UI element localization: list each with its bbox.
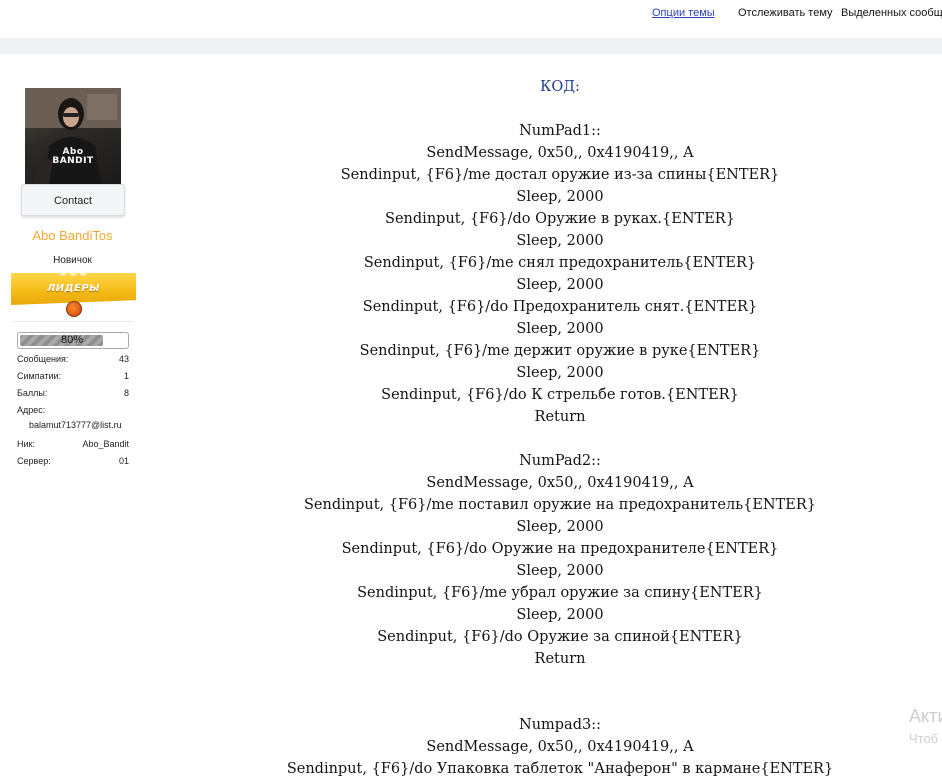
username-link[interactable]: Abo BandiTos <box>0 228 145 243</box>
code-line: Sleep, 2000 <box>516 519 604 535</box>
stat-nick: Ник: Abo_Bandit <box>17 439 129 449</box>
contact-button[interactable]: Contact <box>21 184 125 216</box>
divider <box>13 321 133 322</box>
code-line: SendMessage, 0x50,, 0x4190419,, A <box>426 145 694 161</box>
code-line: Sendinput, {F6}/do Упаковка таблеток "Ан… <box>286 761 834 777</box>
stat-server: Сервер: 01 <box>17 456 129 466</box>
code-line: SendMessage, 0x50,, 0x4190419,, A <box>426 475 694 491</box>
post-header-stripe <box>0 38 942 54</box>
code-line: NumPad1:: <box>519 123 601 139</box>
avatar-brand-text: Abo BANDIT <box>52 147 94 166</box>
code-line: Sleep, 2000 <box>516 189 604 205</box>
code-line: SendMessage, 0x50,, 0x4190419,, A <box>426 739 694 755</box>
code-line: Sendinput, {F6}/do Предохранитель снят.{… <box>362 299 758 315</box>
code-line: Sendinput, {F6}/do Оружие за спиной{ENTE… <box>377 629 743 645</box>
code-line: Sendinput, {F6}/do Оружие в руках.{ENTER… <box>385 211 735 227</box>
thread-options-link[interactable]: Опции темы <box>652 7 715 19</box>
code-line: Sendinput, {F6}/me снял предохранитель{E… <box>363 255 757 271</box>
code-block-numpad2: NumPad2:: SendMessage, 0x50,, 0x4190419,,… <box>145 450 942 670</box>
stat-likes: Симпатии: 1 <box>17 371 129 381</box>
user-stats: Сообщения: 43 Симпатии: 1 Баллы: 8 Адрес… <box>17 354 129 473</box>
code-line: Sleep, 2000 <box>516 321 604 337</box>
code-line: Sleep, 2000 <box>516 277 604 293</box>
code-line: Numpad3:: <box>519 717 601 733</box>
progress-label: 80% <box>60 334 84 346</box>
code-line: NumPad2:: <box>519 453 601 469</box>
code-line: Sendinput, {F6}/me поставил оружие на пр… <box>303 497 817 513</box>
code-line: Sleep, 2000 <box>516 607 604 623</box>
code-line: Sleep, 2000 <box>516 233 604 249</box>
selected-messages-button[interactable]: Выделенных сообщений <box>841 7 942 19</box>
code-block-numpad1: NumPad1:: SendMessage, 0x50,, 0x4190419,,… <box>145 120 942 428</box>
code-block-numpad3: Numpad3:: SendMessage, 0x50,, 0x4190419,,… <box>145 714 942 780</box>
activation-watermark-title: Акти <box>909 706 942 726</box>
code-line: Sendinput, {F6}/me держит оружие в руке{… <box>359 343 761 359</box>
avatar-photo-icon <box>25 88 121 184</box>
code-label: КОД: <box>540 79 580 95</box>
leaders-banner-label: ЛИДЕРЫ <box>46 283 101 294</box>
code-line: Sendinput, {F6}/me достал оружие из-за с… <box>340 167 780 183</box>
code-line: Sendinput, {F6}/do Оружие на предохранит… <box>341 541 779 557</box>
user-title: Новичок <box>53 255 92 266</box>
avatar[interactable]: Abo BANDIT <box>25 88 121 184</box>
code-line: Sendinput, {F6}/do К стрельбе готов.{ENT… <box>381 387 739 403</box>
code-line: Return <box>534 651 586 667</box>
code-line: Return <box>534 409 586 425</box>
user-panel: Abo BANDIT Contact Abo BandiTos Новичок … <box>0 54 145 783</box>
code-line: Sleep, 2000 <box>516 365 604 381</box>
banner-dots-icon <box>60 273 86 276</box>
code-line: Sleep, 2000 <box>516 563 604 579</box>
stat-messages: Сообщения: 43 <box>17 354 129 364</box>
thread-toolbar: Опции темы Отслеживать тему Выделенных с… <box>0 0 942 38</box>
stat-points: Баллы: 8 <box>17 388 129 398</box>
stat-address: Адрес: balamut713777@list.ru <box>17 405 122 430</box>
activity-progress-bar: 80% <box>17 332 129 349</box>
code-line: Sendinput, {F6}/me убрал оружие за спину… <box>357 585 763 601</box>
medal-icon <box>66 301 82 317</box>
activation-watermark-text: Чтоб <box>909 731 939 746</box>
watch-thread-button[interactable]: Отслеживать тему <box>738 7 833 19</box>
post-content: КОД: NumPad1:: SendMessage, 0x50,, 0x4190… <box>145 76 942 780</box>
